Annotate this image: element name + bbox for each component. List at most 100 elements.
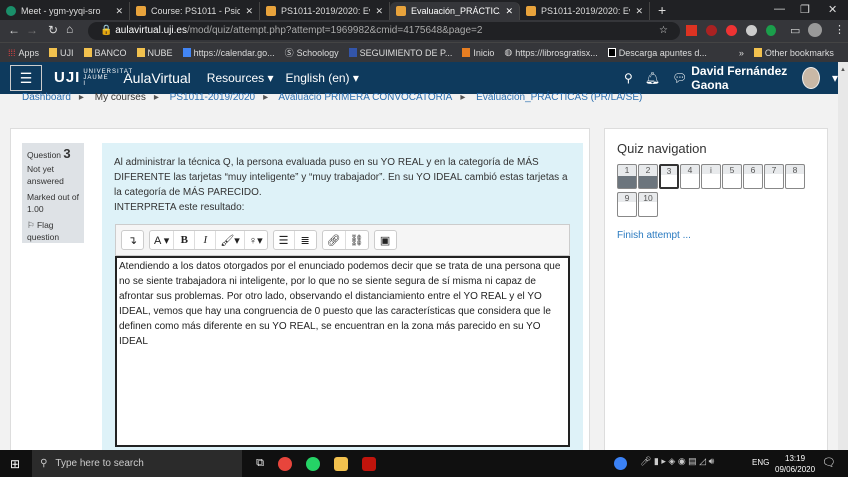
quiz-nav-button[interactable]: 8 [785, 164, 805, 189]
breadcrumb-course[interactable]: PS1011-2019/2020 [170, 92, 255, 103]
editor-toolbar: ↴ A ▾ B I 🖌︎▾ ♀▾ ☰ ≣ 🔗︎ ⛓︎ ▣ [115, 224, 570, 256]
numbered-list-icon[interactable]: ≣ [295, 231, 316, 249]
italic-button[interactable]: I [195, 231, 217, 249]
image-icon[interactable]: ▣ [375, 231, 396, 249]
system-tray-icons[interactable]: 🎤︎ ▮ ▸ ◈ ◉ ▤ ◿ 🔊︎ [640, 456, 714, 467]
breadcrumb-dashboard[interactable]: Dashboard [22, 92, 71, 103]
browser-tab-active[interactable]: Evaluación_PRÁCTICAS (PR/LA/✕ [390, 2, 520, 20]
close-icon[interactable]: ✕ [245, 6, 253, 17]
scrollbar[interactable]: ▲ [838, 62, 848, 450]
windows-start-icon[interactable]: ⊞ [10, 457, 20, 471]
minimize-button[interactable]: — [774, 3, 785, 15]
bookmark-banco[interactable]: BANCO [83, 48, 127, 58]
favicon-icon [266, 6, 276, 16]
new-tab-button[interactable]: + [650, 2, 674, 20]
close-icon[interactable]: ✕ [375, 6, 383, 17]
whatsapp-icon[interactable] [305, 456, 320, 471]
folder-icon [136, 48, 145, 57]
quiz-nav-button[interactable]: i [701, 164, 721, 189]
home-icon[interactable]: ⌂ [66, 22, 73, 36]
quiz-nav-button[interactable]: 6 [743, 164, 763, 189]
quiz-nav-button[interactable]: 5 [722, 164, 742, 189]
site-navbar: ☰ UJI UNIVERSITAT JAUME I AulaVirtual Res… [0, 62, 838, 94]
flag-question-link[interactable]: ⚐ Flag question [27, 219, 79, 243]
restore-button[interactable]: ❐ [800, 3, 810, 16]
close-icon[interactable]: ✕ [115, 6, 123, 17]
bookmark-libros[interactable]: ◍ https://librosgratisx... [504, 47, 597, 58]
url-input[interactable]: 🔒 aulavirtual.uji.es/mod/quiz/attempt.ph… [88, 22, 680, 40]
other-bookmarks[interactable]: Other bookmarks [753, 48, 834, 58]
language-menu[interactable]: English (en) ▾ [286, 71, 359, 85]
brush-icon[interactable]: 🖌︎▾ [216, 231, 245, 249]
folder-icon [753, 48, 762, 57]
quiz-nav-button[interactable]: 7 [764, 164, 784, 189]
bookmark-calendar[interactable]: https://calendar.go... [182, 48, 275, 58]
browser-tab[interactable]: PS1011-2019/2020: Evaluación✕ [260, 2, 390, 20]
acrobat-icon[interactable] [361, 456, 376, 471]
bold-button[interactable]: B [174, 231, 196, 249]
forward-icon[interactable]: → [26, 23, 38, 37]
font-style-button[interactable]: A ▾ [150, 231, 175, 249]
chat-icon[interactable]: 💬︎ [672, 71, 687, 85]
quiz-nav-button[interactable]: 10 [638, 192, 658, 217]
bullet-list-icon[interactable]: ☰ [274, 231, 295, 249]
search-icon[interactable]: ⚲ [624, 71, 633, 85]
notifications-icon[interactable]: 🗨︎ [822, 456, 836, 469]
close-window-button[interactable]: ✕ [828, 3, 837, 16]
answer-textarea[interactable]: Atendiendo a los datos otorgados por el … [115, 256, 570, 447]
close-icon[interactable]: ✕ [505, 6, 513, 17]
file-explorer-icon[interactable] [333, 456, 348, 471]
hamburger-menu-button[interactable]: ☰ [10, 65, 42, 91]
bookmark-descarga[interactable]: Descarga apuntes d... [607, 48, 707, 58]
bookmark-schoology[interactable]: Ⓢ Schoology [285, 46, 339, 59]
menu-icon[interactable]: ⋮ [834, 23, 845, 36]
toolbar-toggle-icon[interactable]: ↴ [122, 231, 143, 249]
quiz-nav-button[interactable]: 9 [617, 192, 637, 217]
profile-avatar[interactable] [808, 23, 822, 37]
resources-menu[interactable]: Resources ▾ [207, 71, 274, 85]
taskbar: ⊞ ⚲ Type here to search ⧉ 🎤︎ ▮ ▸ ◈ ◉ ▤ ◿ … [0, 450, 848, 477]
brand-link[interactable]: AulaVirtual [123, 70, 190, 86]
bookmark-inicio[interactable]: Inicio [462, 48, 494, 58]
finish-attempt-link[interactable]: Finish attempt ... [617, 230, 815, 241]
close-icon[interactable]: ✕ [635, 6, 643, 17]
user-name[interactable]: David Fernández Gaona [691, 64, 798, 92]
breadcrumb-quiz[interactable]: Evaluación_PRÁCTICAS (PR/LA/SE) [476, 92, 642, 103]
star-icon[interactable]: ☆ [659, 22, 668, 40]
link-icon[interactable]: 🔗︎ [323, 231, 346, 249]
quiz-nav-button[interactable]: 4 [680, 164, 700, 189]
cast-icon[interactable]: ▭ [790, 24, 800, 37]
back-icon[interactable]: ← [8, 23, 20, 37]
avatar[interactable] [802, 67, 820, 89]
bell-icon[interactable]: 🔔︎ [645, 71, 660, 85]
quiz-nav-button[interactable]: 2 [638, 164, 658, 189]
task-view-icon[interactable]: ⧉ [256, 457, 264, 470]
lightbulb-icon[interactable]: ♀▾ [245, 231, 267, 249]
help-icon[interactable] [614, 457, 627, 470]
quiz-nav-button[interactable]: 3 [659, 164, 679, 189]
bookmark-seguimiento[interactable]: SEGUIMIENTO DE P... [348, 48, 452, 58]
reload-icon[interactable]: ↻ [48, 23, 58, 37]
taskbar-search[interactable]: ⚲ Type here to search [32, 450, 243, 477]
extension-icon[interactable] [686, 25, 697, 36]
bookmark-nube[interactable]: NUBE [136, 48, 173, 58]
more-bookmarks-icon[interactable]: » [739, 48, 744, 58]
extension-icon[interactable] [706, 25, 717, 36]
extension-icon[interactable] [766, 25, 776, 36]
extension-icon[interactable] [726, 25, 737, 36]
browser-tab[interactable]: PS1011-2019/2020: Evaluación✕ [520, 2, 650, 20]
quiz-nav-button[interactable]: 1 [617, 164, 637, 189]
unlink-icon[interactable]: ⛓︎ [346, 231, 368, 249]
language-indicator[interactable]: ENG [752, 458, 769, 467]
browser-tab[interactable]: Course: PS1011 - Psicología de✕ [130, 2, 260, 20]
breadcrumb-my-courses[interactable]: My courses [95, 92, 146, 103]
clock[interactable]: 13:19 09/06/2020 [775, 453, 815, 475]
bookmark-apps[interactable]: ⁞⁞⁞ Apps [8, 48, 39, 58]
chrome-icon[interactable] [277, 456, 292, 471]
browser-tab[interactable]: Meet - ygm-yyqi-sro ✕ [0, 2, 130, 20]
extension-icon[interactable] [746, 25, 757, 36]
uji-logo[interactable]: UJI UNIVERSITAT JAUME I [54, 69, 132, 87]
bookmark-uji[interactable]: UJI [49, 48, 74, 58]
breadcrumb-section[interactable]: Avaluació PRIMERA CONVOCATORIA [278, 92, 452, 103]
folder-icon [49, 48, 58, 57]
